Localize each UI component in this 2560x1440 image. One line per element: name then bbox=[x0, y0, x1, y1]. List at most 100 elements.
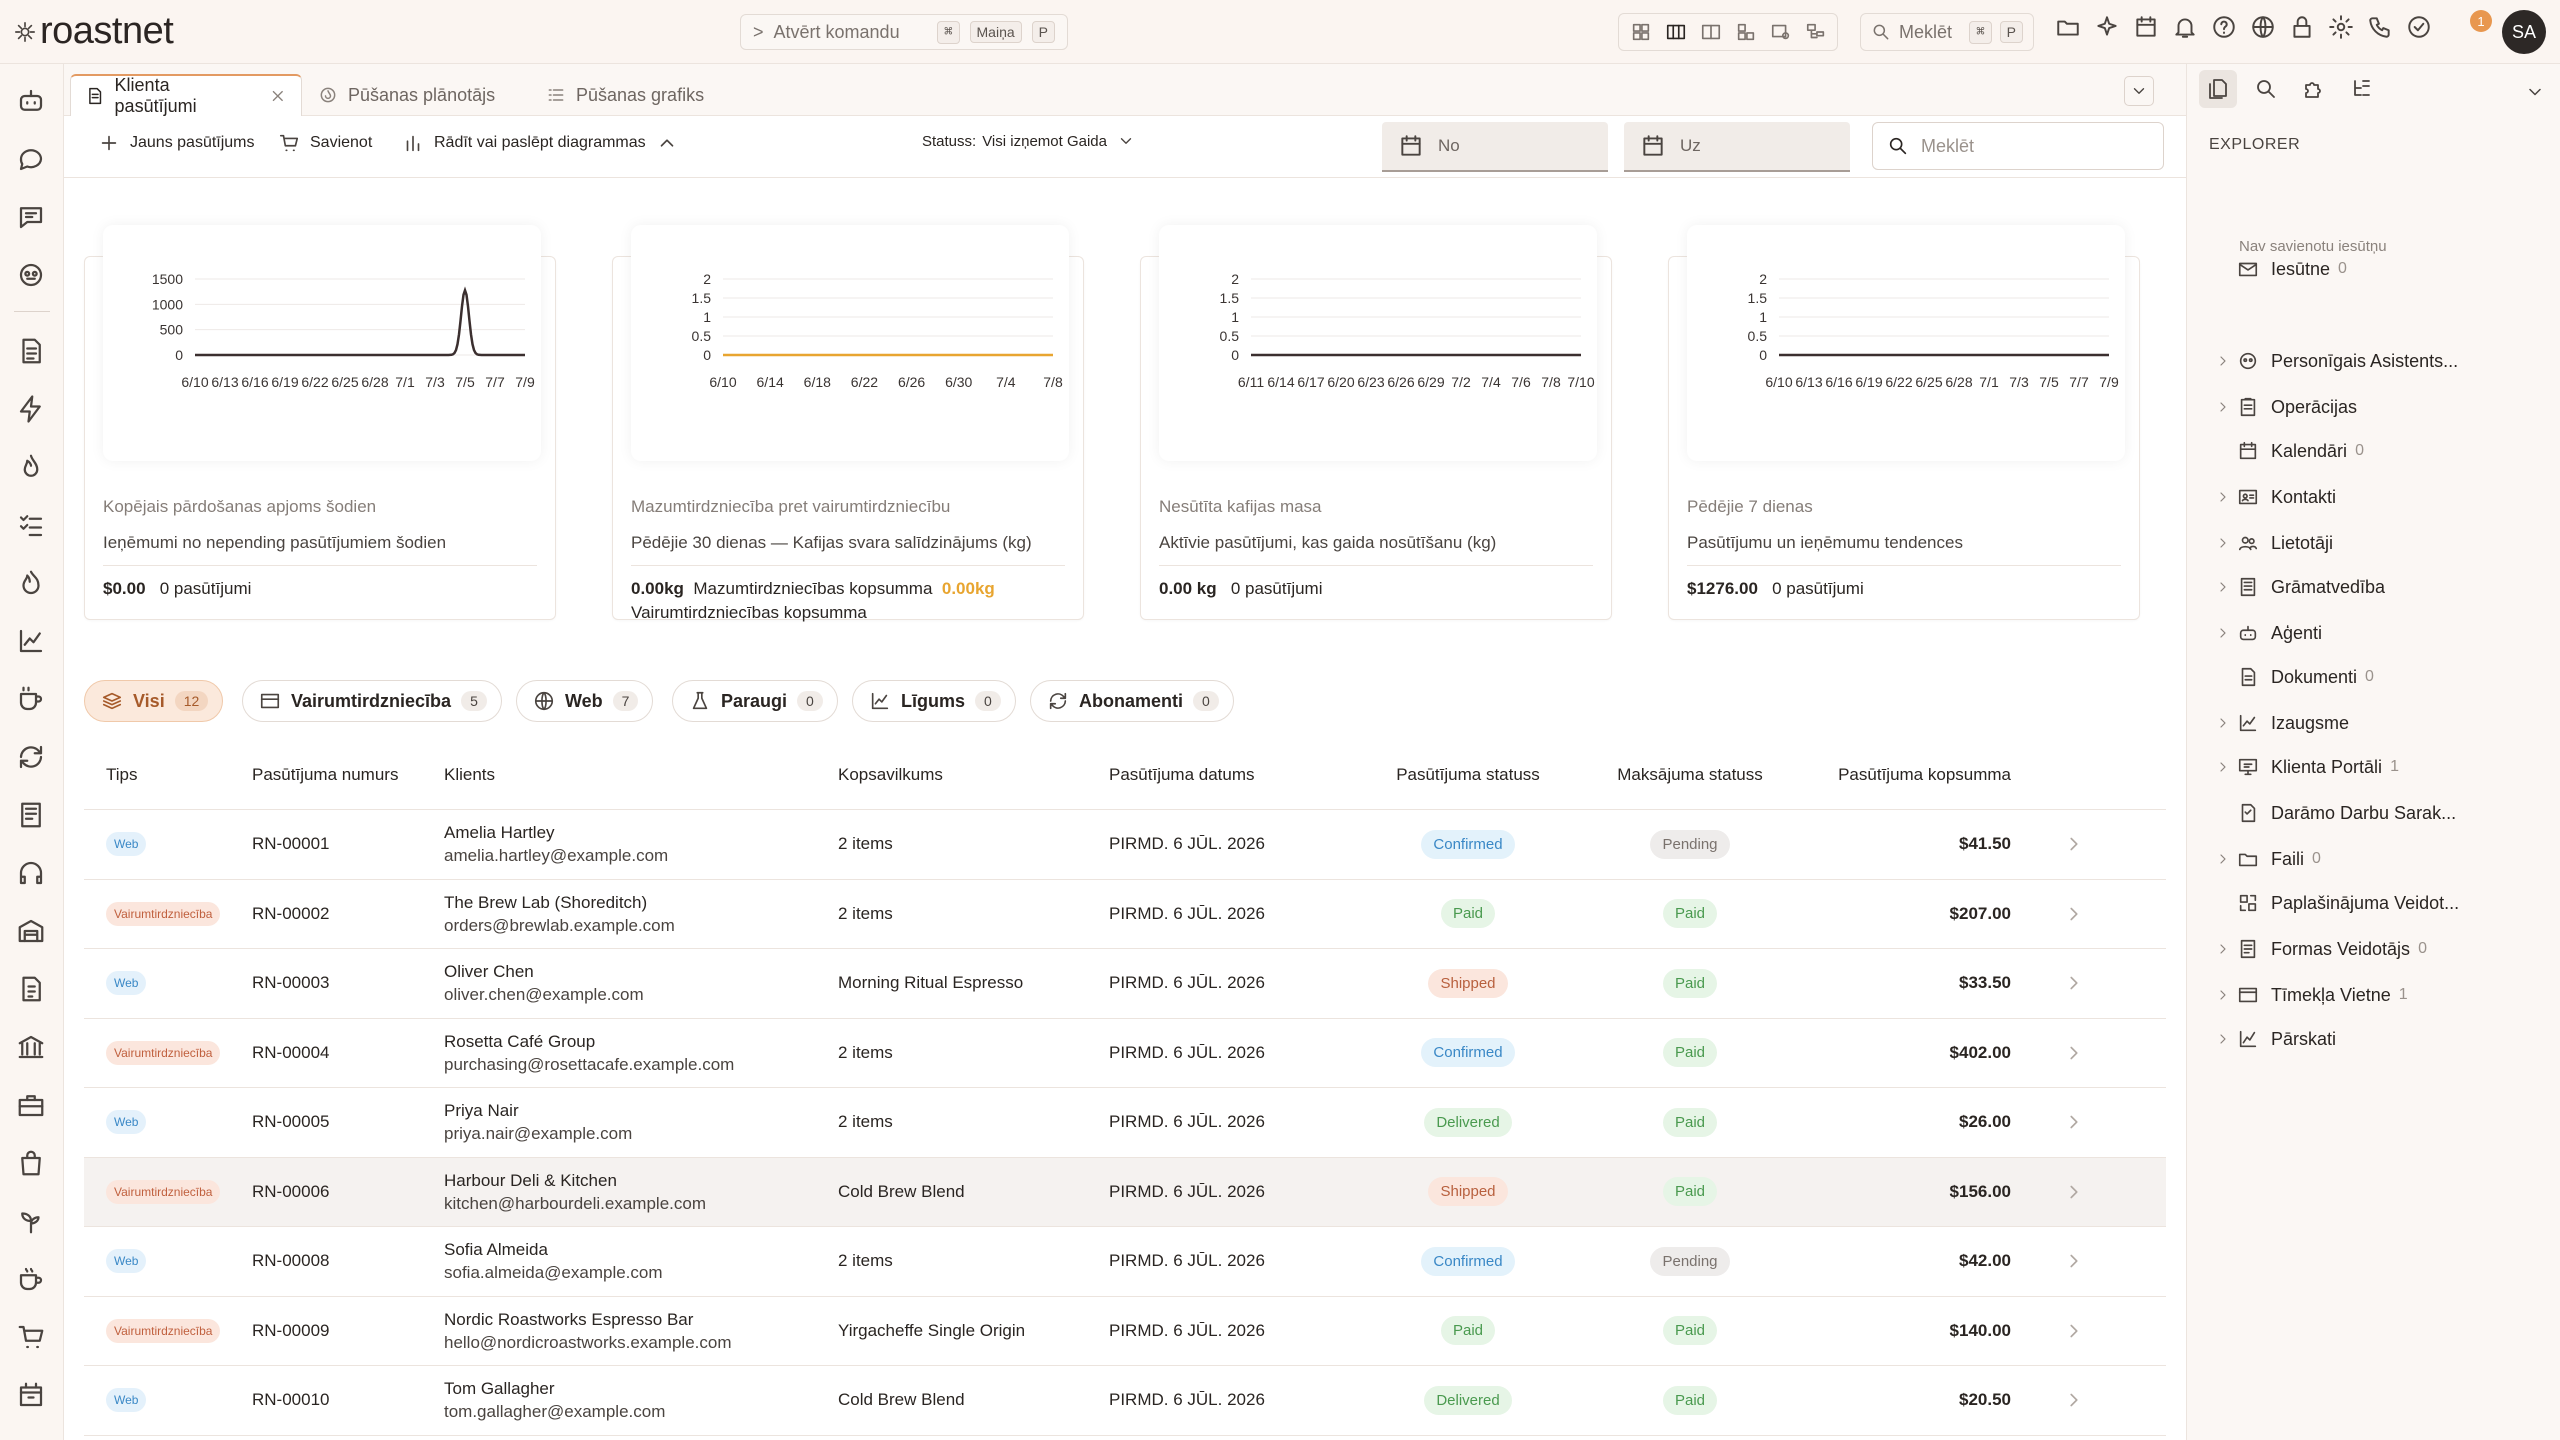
nav-messages[interactable] bbox=[16, 202, 46, 232]
filter-contract[interactable]: Līgums 0 bbox=[852, 680, 1016, 722]
header-order-date[interactable]: Pasūtījuma datums bbox=[1109, 765, 1357, 785]
explorer-item[interactable]: Personīgais Asistents... bbox=[2209, 346, 2549, 376]
sparkle-icon[interactable] bbox=[2094, 14, 2120, 40]
chevron-right-icon[interactable] bbox=[2209, 625, 2237, 641]
explorer-item[interactable]: Darāmo Darbu Sarak... bbox=[2209, 798, 2549, 828]
global-search-button[interactable]: Meklēt ⌘ P bbox=[1860, 13, 2034, 51]
chevron-right-icon[interactable] bbox=[2209, 399, 2237, 415]
header-order-number[interactable]: Pasūtījuma numurs bbox=[252, 765, 444, 785]
chevron-right-icon[interactable] bbox=[2209, 941, 2237, 957]
row-open-button[interactable] bbox=[2011, 1250, 2136, 1272]
chevron-right-icon[interactable] bbox=[2209, 759, 2237, 775]
explorer-item[interactable]: Paplašinājuma Veidot... bbox=[2209, 888, 2549, 918]
folder-icon[interactable] bbox=[2055, 14, 2081, 40]
explorer-item[interactable]: Klienta Portāli 1 bbox=[2209, 752, 2549, 782]
explorer-item[interactable]: Tīmekļa Vietne 1 bbox=[2209, 980, 2549, 1010]
explorer-item[interactable]: Lietotāji bbox=[2209, 528, 2549, 558]
table-row[interactable]: Web RN-00001 Amelia Hartley amelia.hartley@… bbox=[84, 810, 2166, 880]
explorer-item[interactable]: Operācijas bbox=[2209, 392, 2549, 422]
explorer-item[interactable]: Formas Veidotājs 0 bbox=[2209, 934, 2549, 964]
chevron-right-icon[interactable] bbox=[2209, 715, 2237, 731]
nav-bank[interactable] bbox=[16, 1032, 46, 1062]
help-icon[interactable] bbox=[2211, 14, 2237, 40]
nav-tasks[interactable] bbox=[16, 510, 46, 540]
nav-subscriptions[interactable] bbox=[16, 742, 46, 772]
filter-all[interactable]: Visi 12 bbox=[84, 680, 224, 722]
row-open-button[interactable] bbox=[2011, 1042, 2136, 1064]
status-filter-dropdown[interactable]: Statuss: Visi izņemot Gaida bbox=[922, 132, 1135, 150]
explorer-item[interactable]: Dokumenti 0 bbox=[2209, 662, 2549, 692]
tab-customer-orders[interactable]: Klienta pasūtījumi bbox=[70, 74, 302, 116]
tab-roast-schedule[interactable]: Pūšanas grafiks bbox=[532, 74, 718, 116]
row-open-button[interactable] bbox=[2011, 1320, 2136, 1342]
row-open-button[interactable] bbox=[2011, 1111, 2136, 1133]
explorer-item[interactable]: Faili 0 bbox=[2209, 844, 2549, 874]
table-row[interactable]: Web RN-00008 Sofia Almeida sofia.almeida@ex… bbox=[84, 1227, 2166, 1297]
calendar-icon[interactable] bbox=[2133, 14, 2159, 40]
avatar[interactable]: SA bbox=[2502, 10, 2546, 54]
table-row[interactable]: Web RN-00003 Oliver Chen oliver.chen@exampl… bbox=[84, 949, 2166, 1019]
nav-shop[interactable] bbox=[16, 1148, 46, 1178]
table-row[interactable]: Web RN-00005 Priya Nair priya.nair@example.… bbox=[84, 1088, 2166, 1158]
gear-icon[interactable] bbox=[2328, 14, 2354, 40]
columns-layout-icon[interactable] bbox=[1665, 21, 1687, 43]
nav-heat[interactable] bbox=[16, 568, 46, 598]
updates-icon[interactable] bbox=[2406, 14, 2432, 40]
nav-store[interactable] bbox=[16, 1380, 46, 1410]
header-type[interactable]: Tips bbox=[84, 765, 252, 785]
nav-automations[interactable] bbox=[16, 394, 46, 424]
nav-roast[interactable] bbox=[16, 452, 46, 482]
table-row[interactable]: Vairumtirdzniecība RN-00002 The Brew Lab (… bbox=[84, 879, 2166, 949]
nav-warehouse[interactable] bbox=[16, 916, 46, 946]
chevron-right-icon[interactable] bbox=[2209, 353, 2237, 369]
explorer-item[interactable]: Aģenti bbox=[2209, 618, 2549, 648]
panel-tab-extensions[interactable] bbox=[2295, 70, 2333, 108]
nav-ledger[interactable] bbox=[16, 800, 46, 830]
date-from-input[interactable]: No bbox=[1382, 122, 1608, 172]
nav-growth[interactable] bbox=[16, 1206, 46, 1236]
nav-cart[interactable] bbox=[16, 1322, 46, 1352]
logo[interactable]: roastnet bbox=[14, 10, 174, 53]
panel-tab-tree[interactable] bbox=[2343, 70, 2381, 108]
nav-coffee[interactable] bbox=[16, 684, 46, 714]
nav-invoices[interactable] bbox=[16, 974, 46, 1004]
row-open-button[interactable] bbox=[2011, 1389, 2136, 1411]
row-open-button[interactable] bbox=[2011, 833, 2136, 855]
row-open-button[interactable] bbox=[2011, 903, 2136, 925]
table-row[interactable]: Vairumtirdzniecība RN-00006 Harbour Deli &… bbox=[84, 1157, 2166, 1227]
window-search-icon[interactable] bbox=[1770, 21, 1792, 43]
tiles-layout-icon[interactable] bbox=[1735, 21, 1757, 43]
table-row[interactable]: Vairumtirdzniecība RN-00009 Nordic Roastwo… bbox=[84, 1296, 2166, 1366]
explorer-item[interactable]: Kalendāri 0 bbox=[2209, 436, 2549, 466]
header-client[interactable]: Klients bbox=[444, 763, 838, 786]
nav-assistant[interactable] bbox=[16, 260, 46, 290]
tab-roast-planner[interactable]: Pūšanas plānotājs bbox=[304, 74, 509, 116]
command-palette-button[interactable]: > Atvērt komandu ⌘ Maiņa P bbox=[740, 14, 1068, 50]
nav-support[interactable] bbox=[16, 858, 46, 888]
lock-icon[interactable] bbox=[2289, 14, 2315, 40]
row-open-button[interactable] bbox=[2011, 1181, 2136, 1203]
filter-web[interactable]: Web 7 bbox=[516, 680, 654, 722]
chevron-right-icon[interactable] bbox=[2209, 489, 2237, 505]
filter-samples[interactable]: Paraugi 0 bbox=[672, 680, 838, 722]
toggle-charts-button[interactable]: Rādīt vai paslēpt diagrammas bbox=[402, 132, 678, 154]
tab-overflow-button[interactable] bbox=[2124, 76, 2154, 106]
nav-robot[interactable] bbox=[16, 86, 46, 116]
order-search-input[interactable]: Meklēt bbox=[1872, 122, 2164, 170]
tree-layout-icon[interactable] bbox=[1805, 21, 1827, 43]
close-icon[interactable] bbox=[269, 87, 287, 105]
table-row[interactable]: Web RN-00010 Tom Gallagher tom.gallagher@ex… bbox=[84, 1366, 2166, 1436]
bell-icon[interactable] bbox=[2172, 14, 2198, 40]
explorer-item[interactable]: Kontakti bbox=[2209, 482, 2549, 512]
filter-subscriptions[interactable]: Abonamenti 0 bbox=[1030, 680, 1234, 722]
chevron-down-icon[interactable] bbox=[2525, 82, 2545, 102]
chevron-right-icon[interactable] bbox=[2209, 535, 2237, 551]
globe-icon[interactable] bbox=[2250, 14, 2276, 40]
panel-tab-explorer[interactable] bbox=[2199, 70, 2237, 108]
chevron-right-icon[interactable] bbox=[2209, 1031, 2237, 1047]
header-order-status[interactable]: Pasūtījuma statuss bbox=[1357, 765, 1579, 785]
chevron-right-icon[interactable] bbox=[2209, 851, 2237, 867]
chevron-right-icon[interactable] bbox=[2209, 579, 2237, 595]
split-layout-icon[interactable] bbox=[1700, 21, 1722, 43]
header-summary[interactable]: Kopsavilkums bbox=[838, 765, 1109, 785]
